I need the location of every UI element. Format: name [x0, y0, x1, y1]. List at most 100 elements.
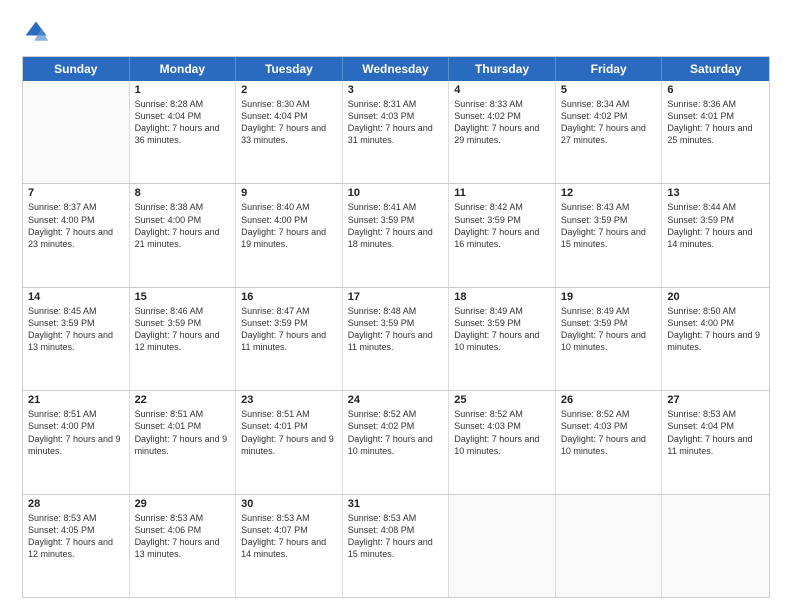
cell-info: Sunrise: 8:51 AMSunset: 4:01 PMDaylight:… [135, 408, 231, 457]
day-number: 22 [135, 394, 231, 406]
cell-info: Sunrise: 8:30 AMSunset: 4:04 PMDaylight:… [241, 98, 337, 147]
calendar-cell-4-5 [556, 495, 663, 597]
calendar-cell-4-2: 30 Sunrise: 8:53 AMSunset: 4:07 PMDayligh… [236, 495, 343, 597]
calendar-cell-3-1: 22 Sunrise: 8:51 AMSunset: 4:01 PMDayligh… [130, 391, 237, 493]
calendar: SundayMondayTuesdayWednesdayThursdayFrid… [22, 56, 770, 598]
cell-info: Sunrise: 8:46 AMSunset: 3:59 PMDaylight:… [135, 305, 231, 354]
calendar-cell-2-3: 17 Sunrise: 8:48 AMSunset: 3:59 PMDayligh… [343, 288, 450, 390]
cell-info: Sunrise: 8:53 AMSunset: 4:04 PMDaylight:… [667, 408, 764, 457]
day-number: 17 [348, 291, 444, 303]
day-number: 8 [135, 187, 231, 199]
day-number: 5 [561, 84, 657, 96]
header-day-tuesday: Tuesday [236, 57, 343, 81]
cell-info: Sunrise: 8:52 AMSunset: 4:03 PMDaylight:… [454, 408, 550, 457]
calendar-cell-0-4: 4 Sunrise: 8:33 AMSunset: 4:02 PMDaylight… [449, 81, 556, 183]
header [22, 18, 770, 46]
cell-info: Sunrise: 8:52 AMSunset: 4:02 PMDaylight:… [348, 408, 444, 457]
calendar-cell-2-4: 18 Sunrise: 8:49 AMSunset: 3:59 PMDayligh… [449, 288, 556, 390]
calendar-cell-2-6: 20Sunrise: 8:50 AMSunset: 4:00 PMDayligh… [662, 288, 769, 390]
calendar-cell-0-2: 2 Sunrise: 8:30 AMSunset: 4:04 PMDaylight… [236, 81, 343, 183]
cell-info: Sunrise: 8:37 AMSunset: 4:00 PMDaylight:… [28, 201, 124, 250]
calendar-cell-4-1: 29 Sunrise: 8:53 AMSunset: 4:06 PMDayligh… [130, 495, 237, 597]
calendar-cell-3-6: 27 Sunrise: 8:53 AMSunset: 4:04 PMDayligh… [662, 391, 769, 493]
header-day-saturday: Saturday [662, 57, 769, 81]
logo-icon [22, 18, 50, 46]
calendar-cell-1-0: 7 Sunrise: 8:37 AMSunset: 4:00 PMDaylight… [23, 184, 130, 286]
calendar-cell-2-5: 19Sunrise: 8:49 AMSunset: 3:59 PMDayligh… [556, 288, 663, 390]
calendar-header: SundayMondayTuesdayWednesdayThursdayFrid… [23, 57, 769, 81]
cell-info: Sunrise: 8:40 AMSunset: 4:00 PMDaylight:… [241, 201, 337, 250]
cell-info: Sunrise: 8:38 AMSunset: 4:00 PMDaylight:… [135, 201, 231, 250]
calendar-cell-2-2: 16 Sunrise: 8:47 AMSunset: 3:59 PMDayligh… [236, 288, 343, 390]
cell-info: Sunrise: 8:34 AMSunset: 4:02 PMDaylight:… [561, 98, 657, 147]
day-number: 12 [561, 187, 657, 199]
calendar-cell-4-4 [449, 495, 556, 597]
day-number: 24 [348, 394, 444, 406]
calendar-cell-2-0: 14 Sunrise: 8:45 AMSunset: 3:59 PMDayligh… [23, 288, 130, 390]
header-day-sunday: Sunday [23, 57, 130, 81]
day-number: 30 [241, 498, 337, 510]
day-number: 27 [667, 394, 764, 406]
day-number: 14 [28, 291, 124, 303]
day-number: 2 [241, 84, 337, 96]
day-number: 31 [348, 498, 444, 510]
cell-info: Sunrise: 8:41 AMSunset: 3:59 PMDaylight:… [348, 201, 444, 250]
day-number: 3 [348, 84, 444, 96]
cell-info: Sunrise: 8:36 AMSunset: 4:01 PMDaylight:… [667, 98, 764, 147]
cell-info: Sunrise: 8:53 AMSunset: 4:06 PMDaylight:… [135, 512, 231, 561]
calendar-row-0: 1 Sunrise: 8:28 AMSunset: 4:04 PMDaylight… [23, 81, 769, 183]
calendar-cell-1-2: 9Sunrise: 8:40 AMSunset: 4:00 PMDaylight… [236, 184, 343, 286]
cell-info: Sunrise: 8:44 AMSunset: 3:59 PMDaylight:… [667, 201, 764, 250]
cell-info: Sunrise: 8:50 AMSunset: 4:00 PMDaylight:… [667, 305, 764, 354]
day-number: 1 [135, 84, 231, 96]
day-number: 25 [454, 394, 550, 406]
calendar-cell-0-6: 6 Sunrise: 8:36 AMSunset: 4:01 PMDaylight… [662, 81, 769, 183]
cell-info: Sunrise: 8:51 AMSunset: 4:01 PMDaylight:… [241, 408, 337, 457]
calendar-cell-1-4: 11 Sunrise: 8:42 AMSunset: 3:59 PMDayligh… [449, 184, 556, 286]
calendar-cell-2-1: 15 Sunrise: 8:46 AMSunset: 3:59 PMDayligh… [130, 288, 237, 390]
day-number: 23 [241, 394, 337, 406]
page: SundayMondayTuesdayWednesdayThursdayFrid… [0, 0, 792, 612]
cell-info: Sunrise: 8:47 AMSunset: 3:59 PMDaylight:… [241, 305, 337, 354]
cell-info: Sunrise: 8:53 AMSunset: 4:07 PMDaylight:… [241, 512, 337, 561]
calendar-cell-0-1: 1 Sunrise: 8:28 AMSunset: 4:04 PMDaylight… [130, 81, 237, 183]
cell-info: Sunrise: 8:31 AMSunset: 4:03 PMDaylight:… [348, 98, 444, 147]
calendar-cell-1-6: 13 Sunrise: 8:44 AMSunset: 3:59 PMDayligh… [662, 184, 769, 286]
day-number: 16 [241, 291, 337, 303]
cell-info: Sunrise: 8:28 AMSunset: 4:04 PMDaylight:… [135, 98, 231, 147]
day-number: 4 [454, 84, 550, 96]
calendar-cell-0-5: 5 Sunrise: 8:34 AMSunset: 4:02 PMDaylight… [556, 81, 663, 183]
day-number: 13 [667, 187, 764, 199]
calendar-row-3: 21 Sunrise: 8:51 AMSunset: 4:00 PMDayligh… [23, 390, 769, 493]
calendar-row-2: 14 Sunrise: 8:45 AMSunset: 3:59 PMDayligh… [23, 287, 769, 390]
cell-info: Sunrise: 8:49 AMSunset: 3:59 PMDaylight:… [454, 305, 550, 354]
cell-info: Sunrise: 8:33 AMSunset: 4:02 PMDaylight:… [454, 98, 550, 147]
header-day-monday: Monday [130, 57, 237, 81]
day-number: 29 [135, 498, 231, 510]
cell-info: Sunrise: 8:42 AMSunset: 3:59 PMDaylight:… [454, 201, 550, 250]
header-day-thursday: Thursday [449, 57, 556, 81]
calendar-cell-4-6 [662, 495, 769, 597]
day-number: 7 [28, 187, 124, 199]
calendar-cell-4-0: 28Sunrise: 8:53 AMSunset: 4:05 PMDayligh… [23, 495, 130, 597]
calendar-cell-4-3: 31 Sunrise: 8:53 AMSunset: 4:08 PMDayligh… [343, 495, 450, 597]
cell-info: Sunrise: 8:52 AMSunset: 4:03 PMDaylight:… [561, 408, 657, 457]
calendar-cell-0-0 [23, 81, 130, 183]
cell-info: Sunrise: 8:53 AMSunset: 4:08 PMDaylight:… [348, 512, 444, 561]
day-number: 10 [348, 187, 444, 199]
header-day-wednesday: Wednesday [343, 57, 450, 81]
calendar-body: 1 Sunrise: 8:28 AMSunset: 4:04 PMDaylight… [23, 81, 769, 597]
day-number: 26 [561, 394, 657, 406]
cell-info: Sunrise: 8:48 AMSunset: 3:59 PMDaylight:… [348, 305, 444, 354]
header-day-friday: Friday [556, 57, 663, 81]
calendar-cell-1-3: 10 Sunrise: 8:41 AMSunset: 3:59 PMDayligh… [343, 184, 450, 286]
day-number: 11 [454, 187, 550, 199]
day-number: 18 [454, 291, 550, 303]
day-number: 6 [667, 84, 764, 96]
cell-info: Sunrise: 8:51 AMSunset: 4:00 PMDaylight:… [28, 408, 124, 457]
cell-info: Sunrise: 8:45 AMSunset: 3:59 PMDaylight:… [28, 305, 124, 354]
day-number: 21 [28, 394, 124, 406]
cell-info: Sunrise: 8:49 AMSunset: 3:59 PMDaylight:… [561, 305, 657, 354]
calendar-cell-3-4: 25 Sunrise: 8:52 AMSunset: 4:03 PMDayligh… [449, 391, 556, 493]
day-number: 15 [135, 291, 231, 303]
